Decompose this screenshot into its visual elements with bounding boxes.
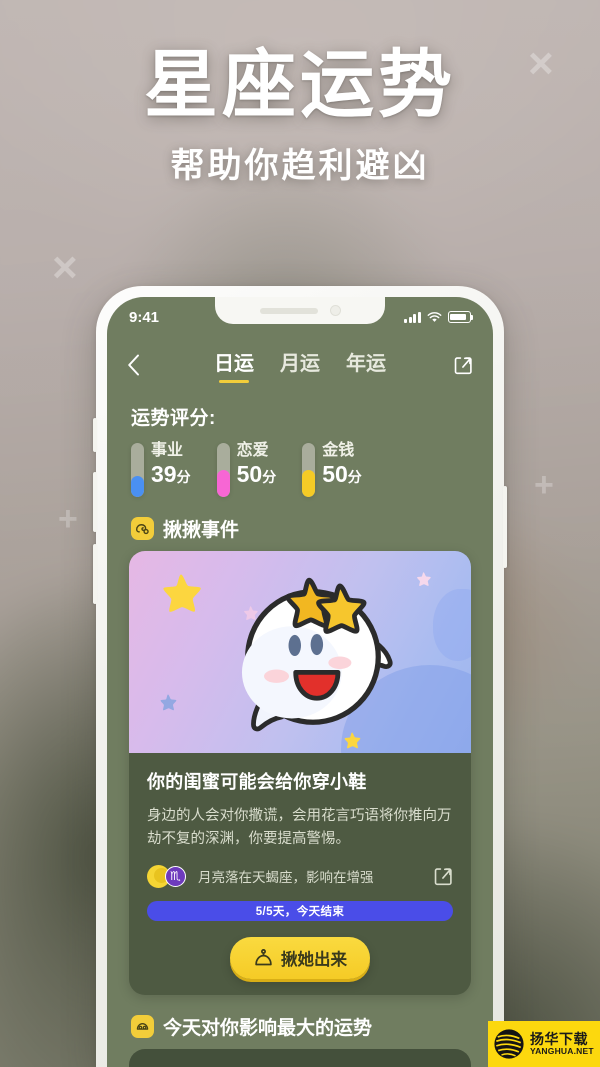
- share-button[interactable]: [443, 355, 473, 376]
- phone-notch: [215, 297, 385, 324]
- globe-logo-icon: [494, 1029, 524, 1059]
- chevron-left-icon: [128, 354, 139, 376]
- event-card[interactable]: 你的闺蜜可能会给你穿小鞋 身边的人会对你撒谎，会用花言巧语将你推向万劫不复的深渊…: [129, 551, 471, 995]
- star-icon-large: [163, 574, 201, 612]
- deco-x-mid-left: ×: [52, 243, 78, 292]
- cellular-bars-icon: [404, 311, 421, 323]
- phone-mockup: 9:41 日运 月运 年运 运势评分: 事业 39分 恋爱 50分 金钱 50分…: [93, 286, 507, 1067]
- volume-button[interactable]: [93, 544, 97, 604]
- star-icon-small-pink: [417, 572, 431, 586]
- gauge-career: [131, 443, 144, 497]
- battery-icon: [448, 311, 474, 323]
- score-meter-money: 金钱 50分: [302, 442, 362, 497]
- cta-wrapper: 揪她出来: [147, 936, 453, 979]
- deco-plus-left: +: [58, 500, 78, 538]
- gauge-love: [216, 443, 230, 497]
- page-title: 星座运势: [144, 43, 456, 126]
- scorpio-icon: ♏: [165, 865, 186, 887]
- influence-section-title: 今天对你影响最大的运势: [163, 1017, 373, 1039]
- event-progress-bar: 5/5天，今天结束: [147, 900, 453, 921]
- event-section-header: 揪揪事件: [107, 497, 493, 551]
- tab-bar: 日运 月运 年运: [157, 347, 443, 383]
- catch-her-button[interactable]: 揪她出来: [230, 936, 370, 979]
- ghost-badge-icon: [131, 517, 154, 540]
- front-camera-icon: [329, 305, 341, 316]
- watermark-name-en: YANGHUA.NET: [530, 1045, 594, 1056]
- star-icon-small-blue: [160, 694, 177, 711]
- share-export-icon: [454, 356, 472, 374]
- phone-screen: 9:41 日运 月运 年运 运势评分: 事业 39分 恋爱 50分 金钱 50分…: [107, 297, 493, 1067]
- tab-yearly[interactable]: 年运: [346, 347, 386, 383]
- nav-bar: 日运 月运 年运: [107, 337, 493, 389]
- share-export-icon: [434, 868, 452, 885]
- watermark: 扬华下载 YANGHUA.NET: [488, 1021, 600, 1067]
- score-value-career: 39分: [151, 460, 191, 487]
- ghost-bag-icon: [255, 948, 272, 966]
- event-section-title: 揪揪事件: [163, 520, 240, 541]
- score-meters: 事业 39分 恋爱 50分 金钱 50分: [131, 442, 469, 497]
- moon-info-row: ♏ 月亮落在天蝎座，影响在增强: [147, 864, 453, 888]
- status-time: 9:41: [129, 308, 160, 326]
- score-name-love: 恋爱: [236, 442, 269, 459]
- hero-banner: 星座运势 帮助你趋利避凶: [0, 46, 600, 187]
- page-subtitle: 帮助你趋利避凶: [170, 146, 430, 185]
- score-name-money: 金钱: [322, 442, 355, 459]
- watermark-text: 扬华下载 YANGHUA.NET: [530, 1030, 594, 1056]
- influence-section-header: 今天对你影响最大的运势: [107, 995, 493, 1049]
- watermark-name-cn: 扬华下载: [530, 1030, 588, 1047]
- tab-monthly[interactable]: 月运: [280, 347, 320, 383]
- power-button[interactable]: [503, 486, 507, 568]
- score-value-money: 50分: [322, 460, 362, 487]
- moon-note-text: 月亮落在天蝎座，影响在增强: [198, 870, 374, 886]
- wifi-icon: [427, 311, 442, 322]
- moon-zodiac-icons: ♏: [147, 864, 189, 888]
- back-button[interactable]: [127, 354, 157, 376]
- ghost-badge-icon: [131, 1014, 154, 1038]
- deco-plus-right: +: [534, 466, 554, 504]
- gauge-money: [302, 443, 316, 497]
- score-name-career: 事业: [151, 442, 184, 459]
- ghost-character-icon: [241, 577, 393, 732]
- catch-her-button-label: 揪她出来: [281, 950, 347, 969]
- status-indicators: [404, 311, 474, 323]
- score-meter-career: 事业 39分: [131, 442, 191, 497]
- fortune-score-section: 运势评分: 事业 39分 恋爱 50分 金钱 50分: [107, 389, 493, 497]
- score-meter-love: 恋爱 50分: [216, 442, 277, 497]
- event-card-body: 你的闺蜜可能会给你穿小鞋 身边的人会对你撒谎，会用花言巧语将你推向万劫不复的深渊…: [129, 753, 471, 995]
- event-card-title: 你的闺蜜可能会给你穿小鞋: [147, 772, 367, 792]
- event-card-description: 身边的人会对你撒谎，会用花言巧语将你推向万劫不复的深渊，你要提高警惕。: [147, 808, 452, 847]
- card-share-button[interactable]: [429, 866, 453, 887]
- ghost-mascot-illustration: [129, 551, 471, 753]
- tab-daily[interactable]: 日运: [214, 347, 254, 383]
- score-value-love: 50分: [236, 460, 277, 487]
- influence-card[interactable]: [129, 1048, 471, 1067]
- score-section-label: 运势评分:: [131, 408, 216, 429]
- speaker-grill: [259, 307, 318, 314]
